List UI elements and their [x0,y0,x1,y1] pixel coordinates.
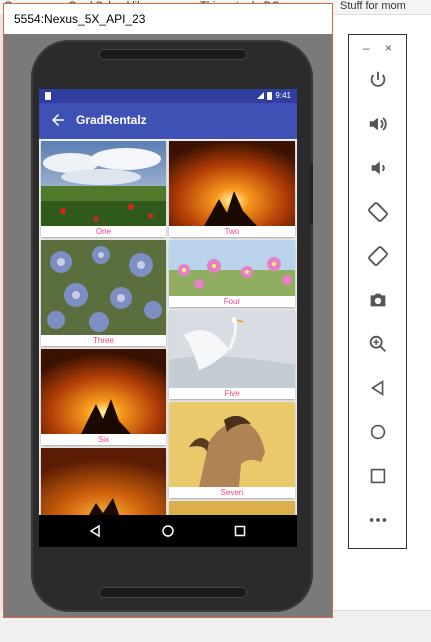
rental-grid[interactable]: One Three Six Two Four Five Seven [39,139,297,521]
back-arrow-icon[interactable] [49,111,67,129]
rotate-right-icon[interactable] [366,244,390,268]
back-icon[interactable] [366,376,390,400]
signal-icon [257,92,265,99]
notification-icon [45,92,51,100]
device-screen: 9:41 GradRentalz One Three Six Two Four … [39,89,297,547]
horse-image [169,402,295,487]
battery-icon [267,91,273,100]
emulator-controls-panel: – × [348,34,407,549]
app-title: GradRentalz [76,113,147,127]
emulator-title: 5554:Nexus_5X_API_23 [14,12,146,26]
card-label: Two [169,226,295,237]
card-label: Four [169,296,295,307]
rental-card-four[interactable]: Four [169,240,295,307]
rental-card-five[interactable]: Five [169,310,295,399]
camera-icon[interactable] [366,288,390,312]
card-label: Seven [169,487,295,498]
bookmark-stuff-mom[interactable]: Stuff for mom [340,0,406,12]
minimize-button[interactable]: – [363,41,370,55]
white-bird-image [169,310,295,388]
volume-down-icon[interactable] [366,156,390,180]
nav-home-icon[interactable] [161,524,175,538]
sunset-image [41,349,166,434]
zoom-icon[interactable] [366,332,390,356]
nav-back-icon[interactable] [88,524,102,538]
emulator-title-bar[interactable]: 5554:Nexus_5X_API_23 [4,4,332,34]
bottom-speaker [99,587,247,598]
sunset-image [41,448,166,520]
card-label: Three [41,335,166,346]
field-poppies-image [41,141,166,226]
rotate-left-icon[interactable] [366,200,390,224]
overview-icon[interactable] [366,464,390,488]
top-speaker [99,49,247,60]
power-icon[interactable] [366,68,390,92]
rental-card-seven[interactable]: Seven [169,402,295,498]
pink-flowers-image [169,240,295,296]
rental-card-two[interactable]: Two [169,141,295,237]
rental-card-eight[interactable] [41,448,166,520]
close-button[interactable]: × [385,41,392,55]
card-label: Five [169,388,295,399]
rental-card-one[interactable]: One [41,141,166,237]
status-time: 9:41 [275,91,291,100]
home-icon[interactable] [366,420,390,444]
more-icon[interactable] [366,508,390,532]
status-bar: 9:41 [39,89,297,103]
app-toolbar: GradRentalz [39,103,297,139]
thistle-flowers-image [41,240,166,335]
rental-card-six[interactable]: Six [41,349,166,445]
system-nav-bar [39,515,297,547]
sunset-image [169,141,295,226]
side-button [310,164,313,224]
card-label: Six [41,434,166,445]
volume-up-icon[interactable] [366,112,390,136]
nav-overview-icon[interactable] [233,524,247,538]
rental-card-three[interactable]: Three [41,240,166,346]
card-label: One [41,226,166,237]
